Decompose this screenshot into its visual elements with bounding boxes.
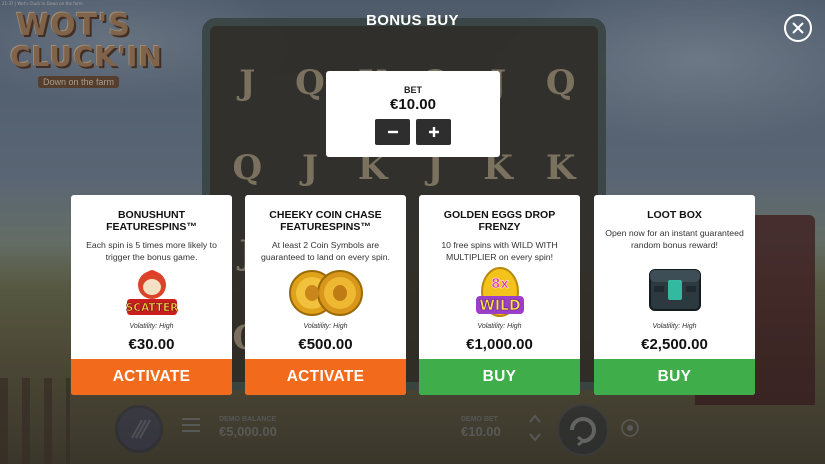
card-description: At least 2 Coin Symbols are guaranteed t… [261,240,390,262]
card-price: €1,000.00 [466,336,533,353]
wild-word: WILD [479,298,520,314]
bet-value: €10.00 [390,96,436,113]
loot-box-image [594,259,755,319]
card-title: GOLDEN EGGS DROP FRENZY [443,209,556,233]
minus-icon [387,130,398,134]
modal-title: BONUS BUY [366,12,459,29]
wild-egg-image: 8x WILD [419,263,580,323]
activate-button[interactable]: ACTIVATE [71,359,232,395]
scatter-image: SCATTER [71,263,232,323]
close-button[interactable] [784,14,812,42]
card-description: Open now for an instant guaranteed rando… [605,228,744,250]
offer-card-loot-box: LOOT BOX Open now for an instant guarant… [594,195,755,395]
scatter-label: SCATTER [125,302,177,314]
bet-panel: BET €10.00 [326,71,500,157]
card-volatility: Volatility: High [129,323,174,330]
buy-button[interactable]: BUY [594,359,755,395]
card-volatility: Volatility: High [303,323,348,330]
card-description: Each spin is 5 times more likely to trig… [86,240,217,262]
gold-coins-image [245,263,406,323]
card-title: CHEEKY COIN CHASE FEATURESPINS™ [269,209,382,233]
bet-controls [326,119,500,145]
wild-multiplier: 8x [491,277,509,292]
decrease-bet-button[interactable] [375,119,410,145]
offer-card-cheeky-coin-chase: CHEEKY COIN CHASE FEATURESPINS™ At least… [245,195,406,395]
card-title: LOOT BOX [647,209,702,221]
bet-label: BET [404,85,422,95]
buy-button[interactable]: BUY [419,359,580,395]
close-icon [792,22,804,34]
offer-card-golden-eggs: GOLDEN EGGS DROP FRENZY 10 free spins wi… [419,195,580,395]
card-price: €500.00 [298,336,353,353]
card-title: BONUSHUNT FEATURESPINS™ [106,209,197,233]
activate-button[interactable]: ACTIVATE [245,359,406,395]
increase-bet-button[interactable] [416,119,451,145]
card-price: €2,500.00 [641,336,708,353]
card-price: €30.00 [128,336,175,353]
card-description: 10 free spins with WILD WITH MULTIPLIER … [441,240,558,262]
card-volatility: Volatility: High [477,323,522,330]
card-volatility: Volatility: High [652,323,697,330]
offer-card-bonushunt: BONUSHUNT FEATURESPINS™ Each spin is 5 t… [71,195,232,395]
plus-icon [428,127,439,137]
